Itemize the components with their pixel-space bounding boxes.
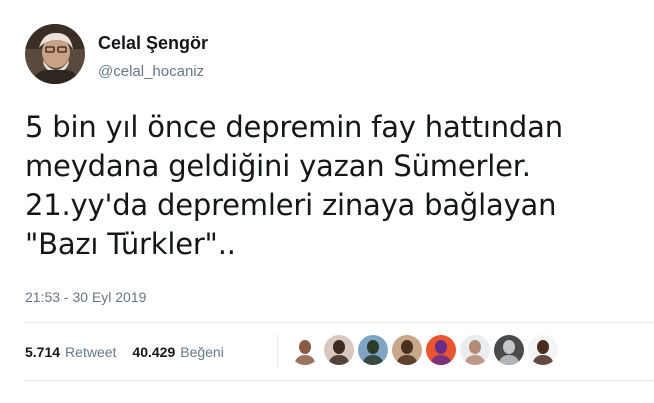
- tweet-text-line: 5 bin yıl önce depremin fay hattından: [25, 110, 563, 144]
- liker-avatar-image: [460, 335, 490, 365]
- author-avatar[interactable]: [25, 24, 85, 84]
- tweet-text: 5 bin yıl önce depremin fay hattından me…: [25, 108, 635, 264]
- liker-avatar-image: [426, 335, 456, 365]
- retweet-count[interactable]: 5.714: [25, 344, 60, 360]
- tweet-text-line: meydana geldiğini yazan Sümerler.: [25, 149, 531, 183]
- liker-avatar-image: [290, 335, 320, 365]
- divider: [25, 380, 654, 381]
- liker-avatar-image: [494, 335, 524, 365]
- author-display-name[interactable]: Celal Şengör: [98, 33, 208, 54]
- like-label[interactable]: Beğeni: [180, 344, 224, 360]
- liker-avatar-4[interactable]: [392, 335, 422, 365]
- divider: [25, 322, 654, 323]
- liker-avatars: [290, 334, 562, 366]
- tweet-text-line: 21.yy'da depremleri zinaya bağlayan: [25, 188, 557, 222]
- liker-avatar-image: [358, 335, 388, 365]
- liker-avatar-image: [392, 335, 422, 365]
- tweet-card: Celal Şengör @celal_hocaniz 5 bin yıl ön…: [0, 0, 654, 403]
- liker-avatar-1[interactable]: [290, 335, 320, 365]
- like-count[interactable]: 40.429: [132, 344, 175, 360]
- tweet-text-line: "Bazı Türkler"..: [25, 227, 236, 261]
- liker-avatar-5[interactable]: [426, 335, 456, 365]
- tweet-stats: 5.714 Retweet 40.429 Beğeni: [25, 339, 224, 365]
- tweet-timestamp[interactable]: 21:53 - 30 Eyl 2019: [25, 289, 146, 305]
- stats-separator: [277, 334, 278, 368]
- liker-avatar-image: [528, 335, 558, 365]
- liker-avatar-3[interactable]: [358, 335, 388, 365]
- author-avatar-image: [25, 24, 85, 84]
- liker-avatar-6[interactable]: [460, 335, 490, 365]
- author-handle[interactable]: @celal_hocaniz: [98, 63, 204, 80]
- liker-avatar-8[interactable]: [528, 335, 558, 365]
- liker-avatar-image: [324, 335, 354, 365]
- liker-avatar-7[interactable]: [494, 335, 524, 365]
- liker-avatar-2[interactable]: [324, 335, 354, 365]
- retweet-label[interactable]: Retweet: [65, 344, 116, 360]
